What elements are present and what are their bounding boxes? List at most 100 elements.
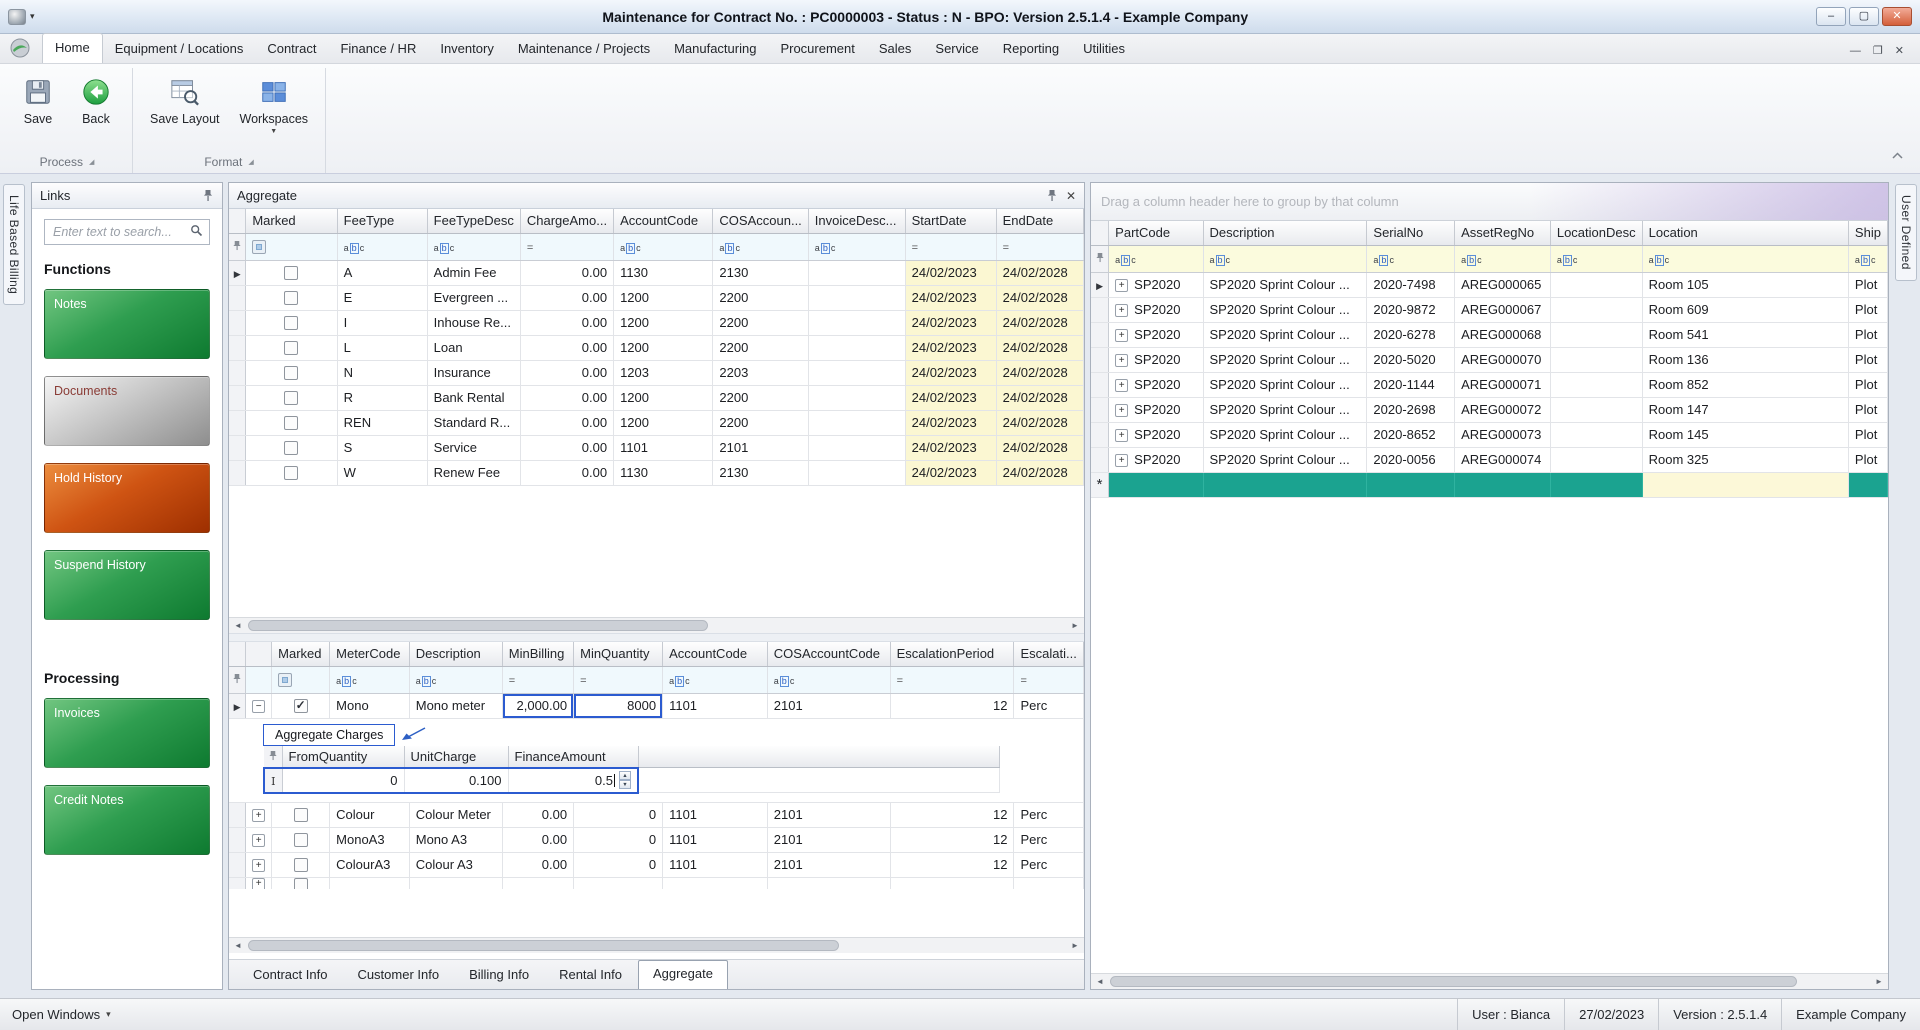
cell[interactable]: AREG000065 [1455,272,1551,297]
grid-splitter[interactable] [229,633,1084,642]
cell[interactable]: AREG000073 [1455,422,1551,447]
fee-grid-hscrollbar[interactable]: ◄ ► [229,617,1084,633]
filter-cell-minbilling[interactable]: = [502,666,573,693]
cell[interactable]: SP2020 Sprint Colour ... [1203,447,1367,472]
cell[interactable] [1203,472,1367,497]
from-quantity-cell[interactable]: 0 [282,768,404,793]
cell[interactable] [808,260,905,285]
cell[interactable] [1550,447,1642,472]
checkbox-unchecked[interactable] [284,416,298,430]
text-filter-icon[interactable]: abc [1210,255,1231,266]
cell[interactable] [1014,877,1084,889]
cell[interactable]: 2203 [713,360,808,385]
text-filter-icon[interactable]: abc [1373,255,1394,266]
cell[interactable]: Perc [1014,852,1084,877]
cell[interactable]: Mono [330,693,410,718]
filter-cell-serialno[interactable]: abc [1367,245,1455,272]
link-button-notes[interactable]: Notes [44,289,210,359]
link-button-documents[interactable]: Documents [44,376,210,446]
link-button-invoices[interactable]: Invoices [44,698,210,768]
quick-access-dropdown-icon[interactable]: ▾ [30,11,35,22]
menu-tab-utilities[interactable]: Utilities [1071,35,1137,63]
dock-tab-user-defined[interactable]: User Defined [1895,184,1917,281]
cell[interactable]: AREG000067 [1455,297,1551,322]
detail-tab-aggregate-charges[interactable]: Aggregate Charges [263,724,395,746]
cell[interactable]: AREG000074 [1455,447,1551,472]
cell[interactable]: SP2020 Sprint Colour ... [1203,297,1367,322]
filter-cell-invoicedesc[interactable]: abc [808,233,905,260]
cell[interactable]: Bank Rental [427,385,520,410]
cell[interactable]: SP2020 Sprint Colour ... [1203,347,1367,372]
column-header-feetype[interactable]: FeeType [337,209,427,233]
checkbox-unchecked[interactable] [294,833,308,847]
equals-filter-icon[interactable]: = [527,242,533,254]
checkbox-unchecked[interactable] [284,266,298,280]
cell[interactable]: 0.00 [520,285,613,310]
cell[interactable]: Perc [1014,693,1084,718]
dialog-launcher-icon[interactable]: ◢ [89,158,94,166]
cell[interactable] [808,310,905,335]
cell[interactable] [1550,472,1642,497]
cell[interactable]: Evergreen ... [427,285,520,310]
marked-cell[interactable] [272,802,330,827]
text-filter-icon[interactable]: abc [1461,255,1482,266]
equals-filter-icon[interactable]: = [509,675,515,687]
expand-row-icon[interactable]: + [1115,429,1128,442]
cell[interactable]: Plot [1848,372,1887,397]
expand-row-icon[interactable]: + [1115,404,1128,417]
menu-tab-home[interactable]: Home [42,33,103,63]
cell[interactable]: Service [427,435,520,460]
column-header-locationdesc[interactable]: LocationDesc [1550,221,1642,245]
cell[interactable]: 24/02/2028 [996,285,1083,310]
collapse-row-icon[interactable]: − [252,700,265,713]
close-button[interactable]: ✕ [1882,7,1912,26]
column-header-description[interactable]: Description [409,642,502,666]
equals-filter-icon[interactable]: = [897,675,903,687]
column-header-minquantity[interactable]: MinQuantity [574,642,663,666]
cell[interactable]: Room 147 [1642,397,1848,422]
cell[interactable]: Plot [1848,272,1887,297]
checkbox-unchecked[interactable] [284,441,298,455]
equals-filter-icon[interactable]: = [1003,242,1009,254]
cell[interactable]: +SP2020 [1109,347,1203,372]
cell[interactable]: Standard R... [427,410,520,435]
marked-cell[interactable] [246,360,337,385]
column-header-ship[interactable]: Ship [1848,221,1887,245]
marked-cell[interactable] [246,285,337,310]
expand-row-icon[interactable]: + [252,809,265,822]
cell[interactable]: Renew Fee [427,460,520,485]
marked-cell[interactable] [272,827,330,852]
cell[interactable]: AREG000071 [1455,372,1551,397]
dock-tab-life-based-billing[interactable]: Life Based Billing [3,184,25,305]
cell[interactable]: 0 [574,852,663,877]
text-filter-icon[interactable]: abc [344,243,365,254]
scrollbar-thumb[interactable] [248,620,708,631]
text-filter-icon[interactable]: abc [719,243,740,254]
cell[interactable]: 12 [890,852,1014,877]
cell[interactable]: 12 [890,693,1014,718]
expand-row-icon[interactable]: + [252,859,265,872]
checkbox-unchecked[interactable] [284,466,298,480]
cell[interactable] [808,285,905,310]
cell[interactable]: 0 [574,802,663,827]
cell[interactable]: 24/02/2028 [996,335,1083,360]
cell[interactable]: 24/02/2023 [905,460,996,485]
expand-cell[interactable]: + [246,877,272,889]
cell[interactable]: Room 136 [1642,347,1848,372]
cell[interactable]: 2200 [713,285,808,310]
cell[interactable]: Room 105 [1642,272,1848,297]
cell[interactable]: 2200 [713,385,808,410]
menu-tab-sales[interactable]: Sales [867,35,924,63]
cell[interactable]: Admin Fee [427,260,520,285]
cell[interactable]: 1200 [614,285,713,310]
equals-filter-icon[interactable]: = [1020,675,1026,687]
cell[interactable] [808,435,905,460]
cell[interactable] [1550,347,1642,372]
marked-cell[interactable] [246,460,337,485]
cell[interactable]: 24/02/2023 [905,410,996,435]
cell[interactable]: 2101 [767,802,890,827]
marked-cell[interactable] [246,260,337,285]
scroll-left-icon[interactable]: ◄ [1092,977,1108,986]
cell[interactable]: 0.00 [520,310,613,335]
cell[interactable]: Perc [1014,827,1084,852]
